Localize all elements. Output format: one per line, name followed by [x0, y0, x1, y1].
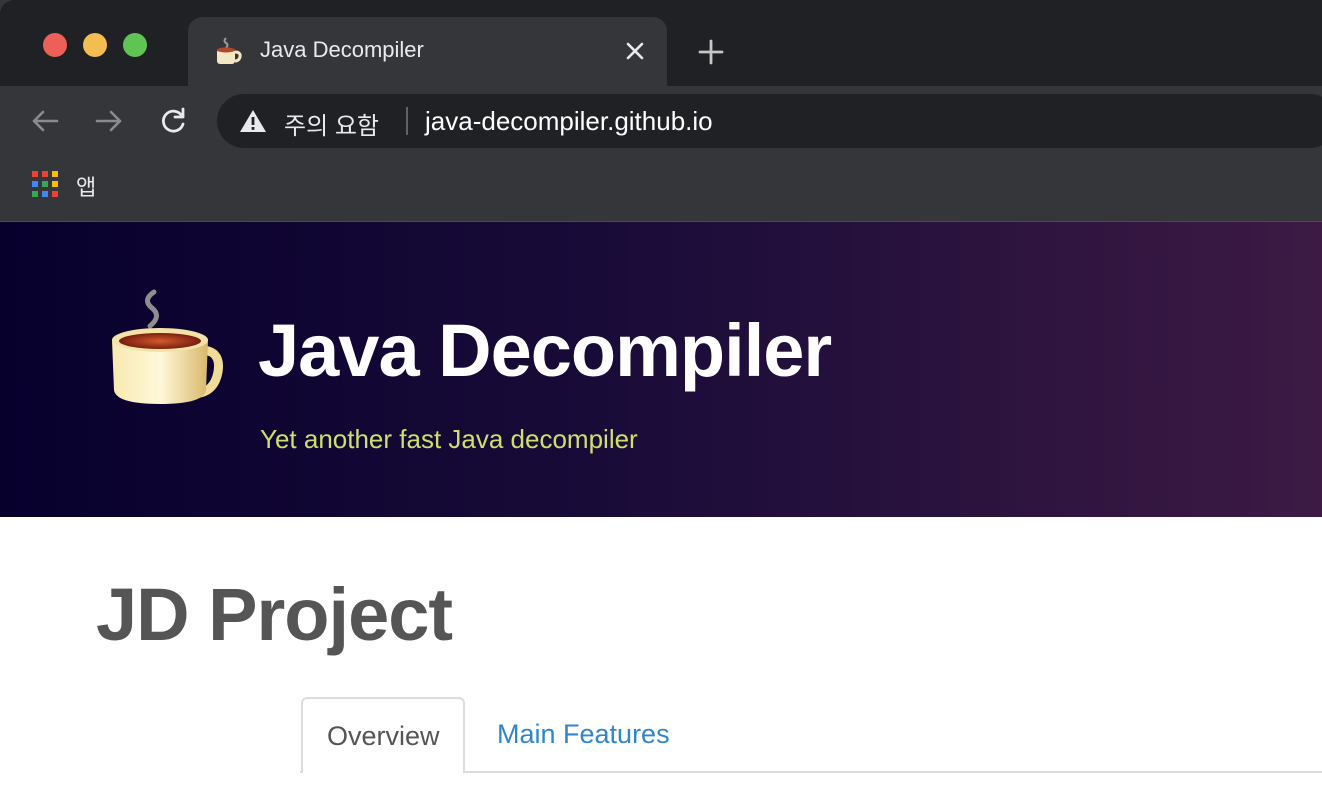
address-divider [406, 107, 408, 135]
warning-icon[interactable] [239, 108, 267, 134]
tab-overview[interactable]: Overview [301, 697, 465, 773]
site-header: Java Decompiler Yet another fast Java de… [0, 222, 1322, 517]
java-cup-icon [217, 37, 242, 64]
site-tagline: Yet another fast Java decompiler [260, 424, 638, 454]
apps-bookmark-label[interactable]: 앱 [76, 170, 96, 202]
java-cup-logo-icon [112, 289, 224, 404]
url-text[interactable]: java-decompiler.github.io [425, 106, 713, 137]
window-close-button[interactable] [43, 33, 67, 57]
tab-main-features[interactable]: Main Features [497, 719, 670, 750]
window-minimize-button[interactable] [83, 33, 107, 57]
browser-tab[interactable]: Java Decompiler [188, 17, 667, 86]
window-zoom-button[interactable] [123, 33, 147, 57]
tab-label: Overview [327, 721, 440, 751]
page-title: JD Project [96, 573, 453, 656]
tab-title: Java Decompiler [260, 37, 424, 62]
reload-icon[interactable] [156, 104, 190, 138]
close-icon[interactable] [621, 37, 649, 65]
forward-arrow-icon[interactable] [92, 104, 126, 138]
back-arrow-icon[interactable] [28, 104, 62, 138]
site-title: Java Decompiler [258, 309, 832, 392]
security-status-label[interactable]: 주의 요함 [284, 106, 379, 141]
tab-strip: Java Decompiler [0, 0, 1322, 86]
browser-chrome: Java Decompiler 주의 요함 java-decompiler.gi… [0, 0, 1322, 222]
new-tab-icon[interactable] [695, 36, 727, 68]
apps-grid-icon[interactable] [31, 170, 59, 198]
address-bar[interactable]: 주의 요함 java-decompiler.github.io [217, 94, 1322, 148]
